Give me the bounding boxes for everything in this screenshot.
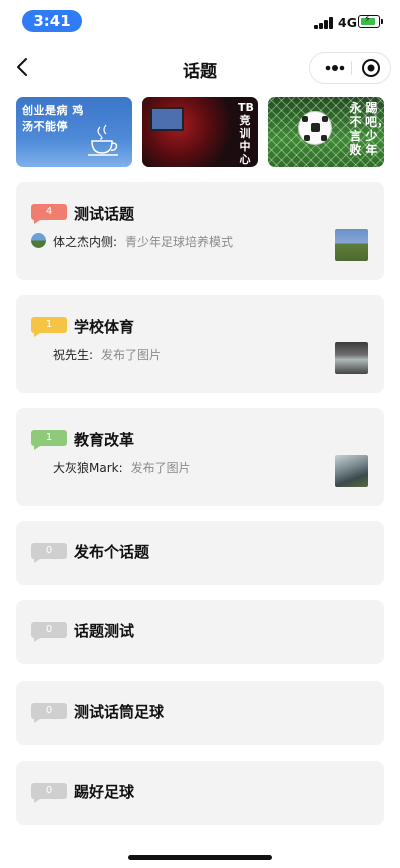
signal-bars-icon — [314, 17, 334, 29]
status-bar: 3:41 4G ⚡ — [0, 0, 400, 44]
topic-card[interactable]: 0 测试话筒足球 — [16, 681, 384, 745]
topic-title: 发布个话题 — [74, 543, 150, 561]
topic-title: 学校体育 — [74, 318, 135, 336]
post-thumbnail[interactable] — [335, 342, 368, 374]
banner-caption-line: 踢吧，少年 — [365, 101, 384, 157]
soccer-ball-icon — [298, 111, 332, 145]
post-author: 祝先生: — [53, 348, 94, 362]
topic-count-badge: 0 — [31, 622, 67, 642]
topic-count-badge: 0 — [31, 703, 67, 723]
topic-count-badge: 0 — [31, 543, 67, 563]
topic-count-badge: 4 — [31, 204, 67, 224]
banner-startup[interactable]: 创业是病 鸡汤不能停 — [16, 97, 132, 167]
post-author: 大灰狼Mark: — [53, 461, 123, 475]
capsule-divider — [351, 61, 352, 75]
nav-bar: 话题 — [0, 48, 400, 88]
latest-post: 体之杰内侧: 青少年足球培养模式 — [53, 233, 233, 250]
topic-card[interactable]: 1 教育改革 大灰狼Mark: 发布了图片 — [16, 408, 384, 506]
topic-title: 踢好足球 — [74, 783, 135, 801]
banner-caption: TB竞训中心 — [238, 101, 254, 166]
topic-title: 测试话题 — [74, 205, 135, 223]
topic-card[interactable]: 4 测试话题 体之杰内侧: 青少年足球培养模式 — [16, 182, 384, 280]
stage-screen — [150, 107, 184, 131]
post-author: 体之杰内侧: — [53, 235, 118, 249]
banner-caption: 永不言败 踢吧，少年 — [349, 101, 384, 157]
topic-count-badge: 1 — [31, 317, 67, 337]
banner-football[interactable]: 永不言败 踢吧，少年 — [268, 97, 384, 167]
banner-caption-line: 永不言败 — [349, 101, 362, 157]
latest-post: 大灰狼Mark: 发布了图片 — [53, 459, 191, 476]
battery-charging-icon: ⚡ — [358, 14, 383, 28]
banner-strip: 创业是病 鸡汤不能停 TB竞训中心 永不言败 踢吧，少年 — [16, 97, 384, 167]
topic-card[interactable]: 0 发布个话题 — [16, 521, 384, 585]
home-indicator[interactable] — [128, 855, 272, 860]
network-type: 4G — [338, 15, 357, 30]
topic-title: 话题测试 — [74, 622, 135, 640]
more-dots-icon[interactable] — [320, 53, 350, 83]
post-thumbnail[interactable] — [335, 455, 368, 487]
mini-program-capsule — [309, 52, 391, 84]
status-time: 3:41 — [22, 10, 82, 32]
topic-card[interactable]: 0 话题测试 — [16, 600, 384, 664]
banner-training-center[interactable]: TB竞训中心 — [142, 97, 258, 167]
post-content: 发布了图片 — [130, 461, 191, 475]
banner-caption: 创业是病 鸡汤不能停 — [22, 104, 84, 133]
topic-card[interactable]: 1 学校体育 祝先生: 发布了图片 — [16, 295, 384, 393]
topic-count-badge: 0 — [31, 783, 67, 803]
topic-title: 测试话筒足球 — [74, 703, 165, 721]
topic-count-badge: 1 — [31, 430, 67, 450]
coffee-cup-icon — [88, 124, 118, 156]
target-circle-icon[interactable] — [361, 58, 381, 78]
latest-post: 祝先生: 发布了图片 — [53, 346, 161, 363]
post-content: 青少年足球培养模式 — [125, 235, 234, 249]
post-thumbnail[interactable] — [335, 229, 368, 261]
topic-card[interactable]: 0 踢好足球 — [16, 761, 384, 825]
avatar — [31, 233, 46, 248]
topic-title: 教育改革 — [74, 431, 135, 449]
post-content: 发布了图片 — [101, 348, 162, 362]
